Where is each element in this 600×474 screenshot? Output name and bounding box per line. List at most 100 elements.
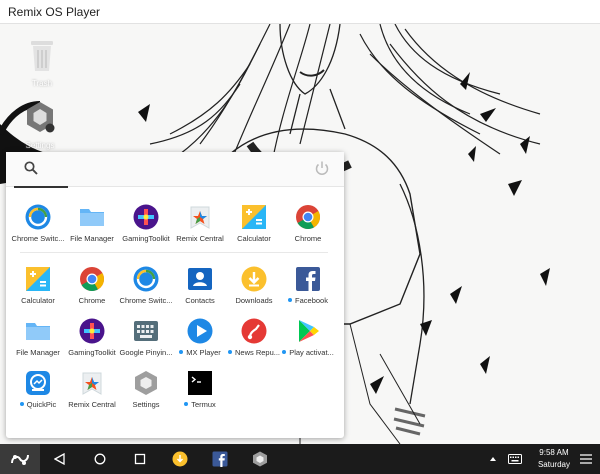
app-label: GamingToolkit <box>68 348 116 357</box>
app-label: Downloads <box>235 296 273 305</box>
back-button[interactable] <box>48 444 72 474</box>
app-label: Chrome Switc... <box>119 296 173 305</box>
news-republic-icon <box>241 318 267 344</box>
taskbar-app-settings[interactable] <box>248 444 272 474</box>
recent-app-label: GamingToolkit <box>122 234 170 243</box>
taskbar-app-facebook[interactable] <box>208 444 232 474</box>
recent-app-remix-central[interactable]: Remix Central <box>171 204 229 243</box>
chrome-icon <box>80 267 105 292</box>
recent-app-calculator[interactable]: Calculator <box>225 204 283 243</box>
clock-day: Saturday <box>537 460 570 469</box>
notification-center-button[interactable] <box>576 444 596 474</box>
recents-button[interactable] <box>128 444 152 474</box>
desktop-trash[interactable]: Trash <box>12 38 72 88</box>
app-remix-central[interactable]: Remix Central <box>63 370 121 409</box>
power-icon[interactable] <box>314 160 330 176</box>
app-facebook[interactable]: Facebook <box>279 266 337 305</box>
new-app-dot <box>184 402 189 406</box>
app-news-republic[interactable]: News Repu... <box>225 318 283 357</box>
taskbar-clock[interactable]: 9:58 AM Saturday <box>538 447 570 471</box>
app-label: Google Pinyin... <box>119 348 173 357</box>
recent-app-chrome-switch[interactable]: Chrome Switc... <box>9 204 67 243</box>
calculator-icon <box>242 205 266 229</box>
downloads-icon <box>172 451 188 467</box>
play-store-icon <box>299 320 319 342</box>
new-app-dot <box>288 298 293 302</box>
launcher-search-bar[interactable] <box>6 152 344 187</box>
app-google-pinyin[interactable]: Google Pinyin... <box>117 318 175 357</box>
app-chrome-switch[interactable]: Chrome Switc... <box>117 266 175 305</box>
google-pinyin-icon <box>134 321 158 341</box>
home-button[interactable] <box>88 444 112 474</box>
start-button[interactable] <box>0 444 40 474</box>
app-label: QuickPic <box>9 400 67 409</box>
chrome-icon <box>296 205 320 230</box>
window-title: Remix OS Player <box>8 5 101 19</box>
settings-icon <box>253 451 267 467</box>
taskbar-app-downloads[interactable] <box>168 444 192 474</box>
home-icon <box>94 453 106 465</box>
app-termux[interactable]: Termux <box>171 370 229 409</box>
gaming-toolkit-icon <box>79 318 105 344</box>
launcher-divider <box>20 252 328 253</box>
recent-app-label: Chrome Switc... <box>11 234 65 243</box>
back-icon <box>54 453 65 465</box>
keyboard-button[interactable] <box>506 444 524 474</box>
recent-app-gaming-toolkit[interactable]: GamingToolkit <box>117 204 175 243</box>
recent-app-chrome[interactable]: Chrome <box>279 204 337 243</box>
new-app-dot <box>227 350 232 354</box>
desktop-settings-label: Settings <box>25 141 55 150</box>
caret-up-icon <box>490 457 496 461</box>
desktop-trash-label: Trash <box>31 79 53 88</box>
app-contacts[interactable]: Contacts <box>171 266 229 305</box>
new-app-dot <box>179 350 184 354</box>
recents-icon <box>134 453 146 465</box>
settings-icon <box>27 102 55 133</box>
trash-icon <box>31 41 53 71</box>
keyboard-icon <box>508 454 522 464</box>
new-app-dot <box>282 350 287 354</box>
app-label: Facebook <box>279 296 337 305</box>
gaming-toolkit-icon <box>133 204 159 230</box>
chrome-switch-icon <box>25 204 51 230</box>
chrome-switch-icon <box>133 266 159 292</box>
recent-app-label: Chrome <box>294 234 322 243</box>
app-calculator[interactable]: Calculator <box>9 266 67 305</box>
app-quickpic[interactable]: QuickPic <box>9 370 67 409</box>
app-label: News Repu... <box>225 348 283 357</box>
app-downloads[interactable]: Downloads <box>225 266 283 305</box>
remix-central-icon <box>190 206 210 229</box>
desktop-settings[interactable]: Settings <box>10 100 70 150</box>
facebook-icon <box>212 451 228 467</box>
app-gaming-toolkit[interactable]: GamingToolkit <box>63 318 121 357</box>
facebook-icon <box>296 267 320 291</box>
launcher-tab-indicator <box>14 186 68 188</box>
app-label: Termux <box>171 400 229 409</box>
app-label: Contacts <box>185 296 215 305</box>
termux-icon <box>188 371 212 395</box>
app-mx-player[interactable]: MX Player <box>171 318 229 357</box>
recent-app-label: Calculator <box>237 234 271 243</box>
app-label: Settings <box>132 400 160 409</box>
file-manager-icon <box>26 323 50 340</box>
recent-app-label: File Manager <box>70 234 114 243</box>
app-label: Calculator <box>21 296 55 305</box>
remix-start-icon <box>11 454 29 465</box>
search-icon[interactable] <box>24 161 38 175</box>
app-label: Play activat... <box>279 348 337 357</box>
remix-central-icon <box>82 372 102 395</box>
window-title-bar[interactable]: Remix OS Player <box>0 0 600 24</box>
app-settings[interactable]: Settings <box>117 370 175 409</box>
app-play-activate[interactable]: Play activat... <box>279 318 337 357</box>
calculator-icon <box>26 267 50 291</box>
downloads-icon <box>241 266 267 292</box>
app-file-manager[interactable]: File Manager <box>9 318 67 357</box>
tray-overflow-button[interactable] <box>486 444 500 474</box>
app-chrome[interactable]: Chrome <box>63 266 121 305</box>
settings-icon <box>135 371 157 395</box>
app-label: Remix Central <box>68 400 116 409</box>
app-launcher: Chrome Switc... File Manager GamingToolk… <box>6 152 344 438</box>
taskbar: 9:58 AM Saturday <box>0 444 600 474</box>
recent-app-file-manager[interactable]: File Manager <box>63 204 121 243</box>
contacts-icon <box>188 268 212 290</box>
